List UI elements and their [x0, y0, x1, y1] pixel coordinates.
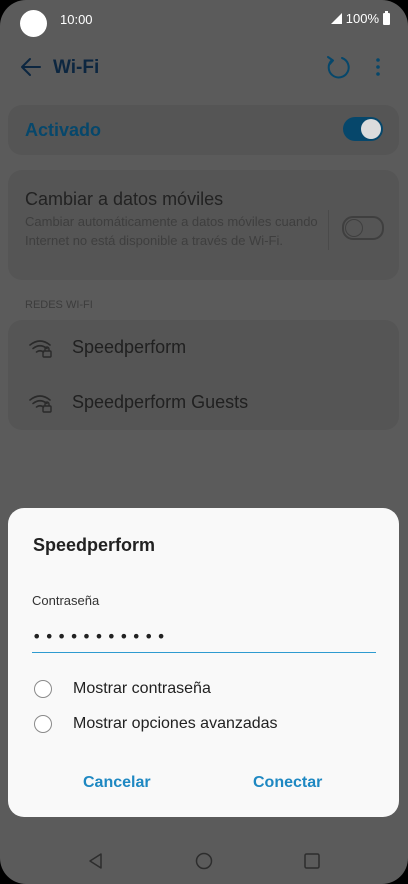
battery-percent: 100%: [345, 11, 379, 26]
signal-icon: [330, 13, 342, 24]
nav-home-icon[interactable]: [195, 852, 213, 870]
mobile-data-switch-row[interactable]: Cambiar a datos móviles Cambiar automáti…: [8, 170, 399, 280]
divider: [328, 210, 329, 250]
advanced-options-checkbox[interactable]: [34, 715, 52, 733]
wifi-toggle-row[interactable]: Activado: [8, 105, 399, 155]
password-dialog: Speedperform Contraseña Mostrar contrase…: [8, 508, 399, 817]
wifi-toggle-switch[interactable]: [343, 117, 383, 141]
wifi-lock-icon: [29, 340, 52, 358]
dialog-title: Speedperform: [33, 535, 156, 555]
network-item[interactable]: Speedperform Guests: [8, 375, 399, 430]
advanced-options-label: Mostrar opciones avanzadas: [73, 715, 278, 732]
camera-cutout: [20, 10, 47, 37]
status-bar: 10:00 100%: [0, 0, 408, 40]
app-bar: Wi-Fi: [0, 44, 408, 92]
back-arrow-icon[interactable]: [18, 54, 44, 80]
toggle-knob: [361, 119, 381, 139]
cancel-button[interactable]: Cancelar: [83, 774, 151, 792]
show-password-label: Mostrar contraseña: [73, 680, 211, 697]
mobile-data-description: Cambiar automáticamente a datos móviles …: [25, 214, 318, 248]
password-label: Contraseña: [32, 593, 100, 608]
network-name: Speedperform: [72, 337, 187, 357]
navigation-bar: [0, 830, 408, 884]
wifi-lock-icon: [29, 395, 52, 413]
password-input[interactable]: [32, 620, 376, 653]
network-item[interactable]: Speedperform: [8, 320, 399, 375]
mobile-data-toggle[interactable]: [342, 216, 384, 240]
more-options-icon[interactable]: [368, 54, 388, 80]
wifi-toggle-label: Activado: [25, 120, 102, 140]
toggle-knob: [345, 219, 363, 237]
nav-recents-icon[interactable]: [303, 852, 321, 870]
networks-list: Speedperform Speedperform Guests: [8, 320, 399, 430]
refresh-icon[interactable]: [324, 53, 352, 81]
networks-section-label: REDES WI-FI: [25, 299, 93, 311]
page-title: Wi-Fi: [53, 57, 100, 78]
mobile-data-title: Cambiar a datos móviles: [25, 189, 224, 209]
nav-back-icon[interactable]: [87, 852, 105, 870]
status-time: 10:00: [60, 12, 93, 27]
battery-icon: [383, 10, 390, 25]
phone-screen: 10:00 100% Wi-Fi Activado Cambiar a dato…: [0, 0, 408, 884]
network-name: Speedperform Guests: [72, 392, 249, 412]
show-password-checkbox[interactable]: [34, 680, 52, 698]
connect-button[interactable]: Conectar: [253, 774, 322, 792]
status-indicators: 100%: [330, 10, 390, 26]
